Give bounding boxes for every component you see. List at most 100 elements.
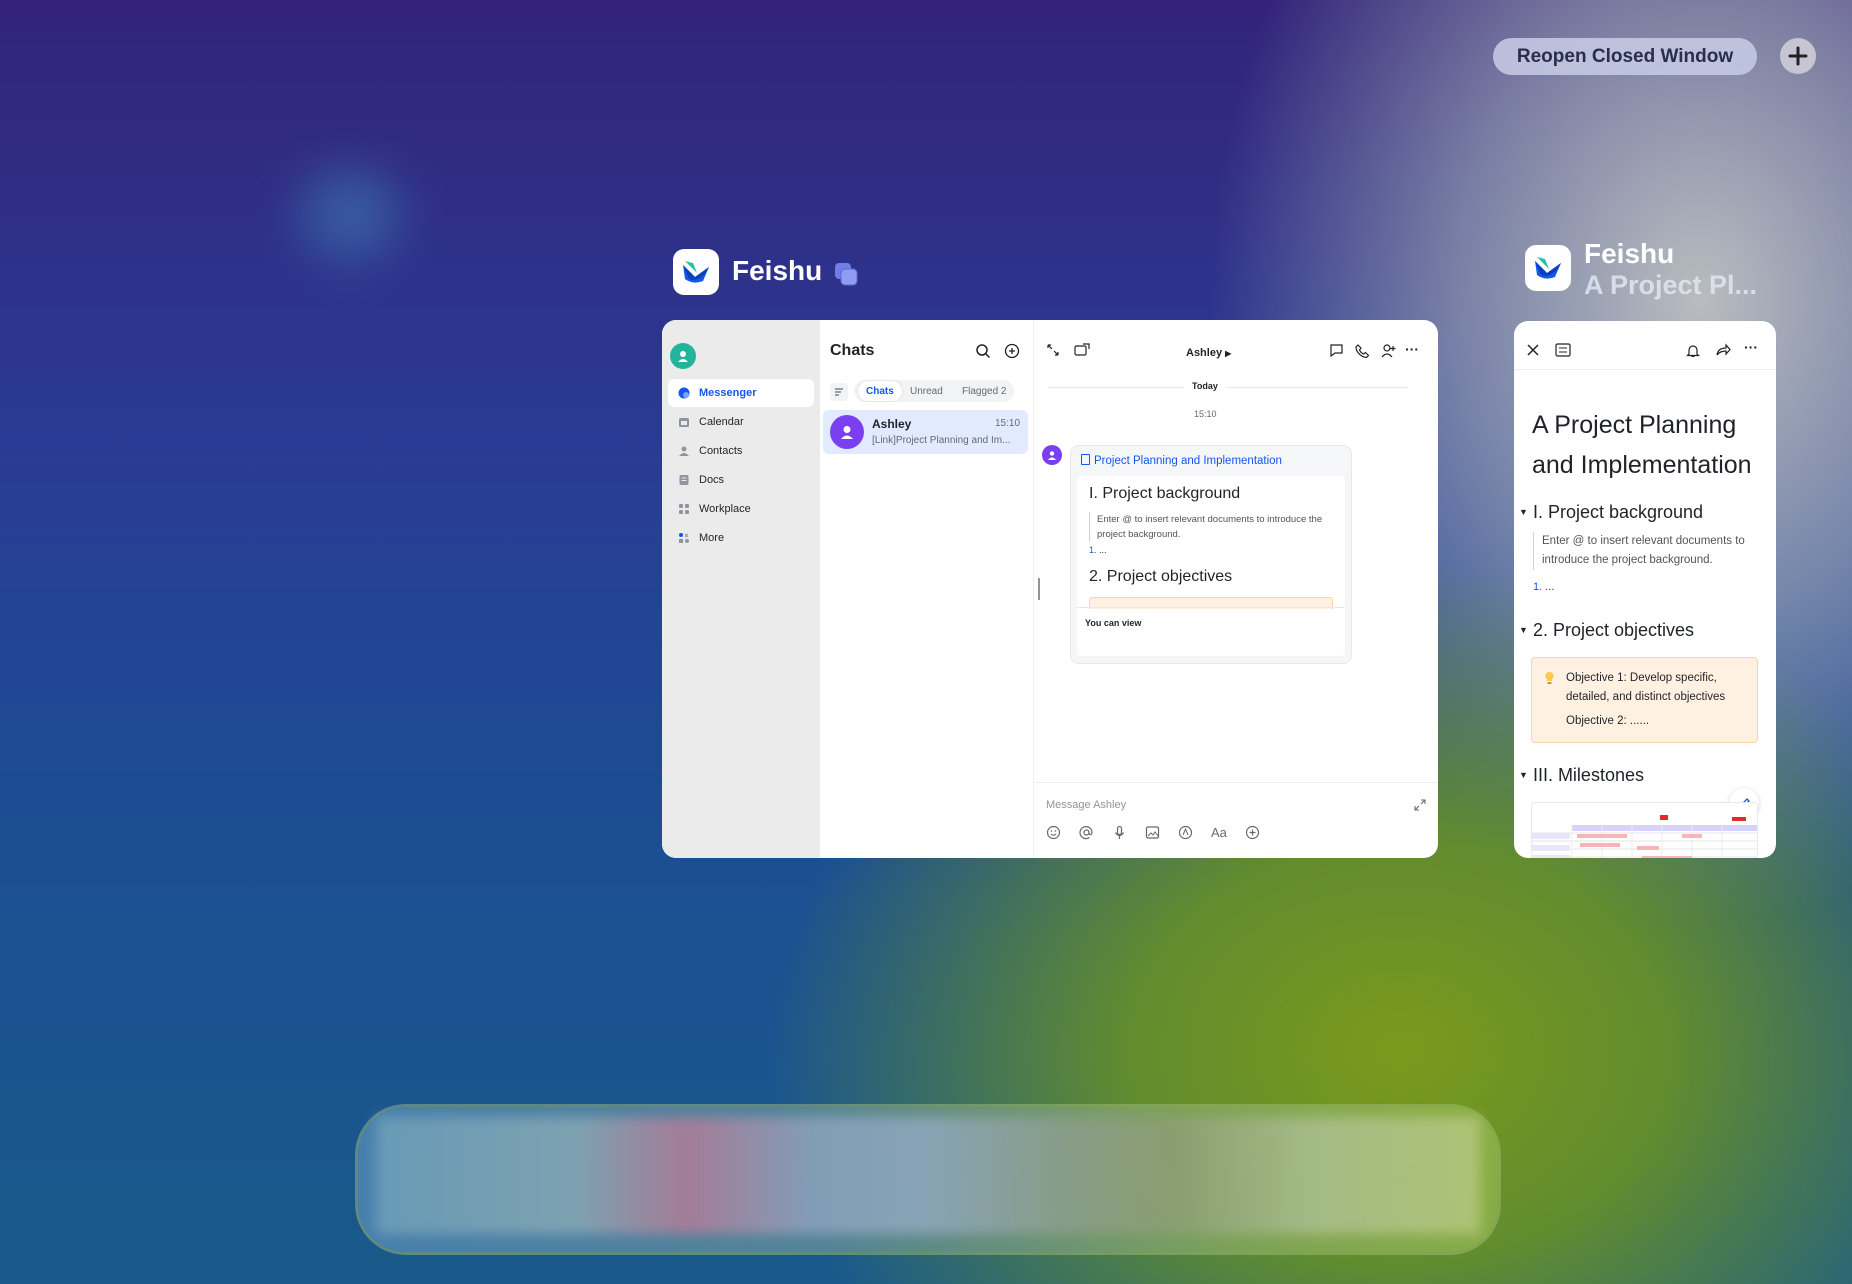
doc-heading-3[interactable]: ▼ III. Milestones <box>1519 765 1644 786</box>
tab-unread[interactable]: Unread <box>902 381 951 401</box>
preview-heading-1: I. Project background <box>1089 485 1241 502</box>
calendar-icon <box>678 416 690 428</box>
sender-avatar[interactable] <box>1042 445 1062 465</box>
sidebar-item-label: Calendar <box>699 416 744 428</box>
doc-link-title[interactable]: Project Planning and Implementation <box>1081 454 1282 467</box>
doc-list-item: 1. ... <box>1533 581 1554 593</box>
sticker-icon[interactable] <box>1178 825 1193 840</box>
add-member-icon[interactable] <box>1381 343 1396 358</box>
workplace-icon <box>678 503 690 515</box>
collapse-caret-icon[interactable]: ▼ <box>1519 770 1528 780</box>
chat-search-icon[interactable] <box>1329 343 1344 358</box>
heading-text: I. Project background <box>1532 502 1704 522</box>
share-icon[interactable] <box>1716 343 1731 362</box>
tab-flagged[interactable]: Flagged 2 <box>954 381 1014 401</box>
doc-heading-1[interactable]: ▼ I. Project background <box>1519 502 1703 523</box>
multiple-windows-icon[interactable] <box>833 261 859 292</box>
sidebar-item-messenger[interactable]: Messenger <box>668 379 814 407</box>
doc-title-line: A Project Planning <box>1532 411 1737 439</box>
window-app-title: Feishu <box>1584 238 1675 269</box>
filter-icon[interactable] <box>830 383 848 401</box>
sidebar-item-more[interactable]: More <box>668 524 814 552</box>
sidebar-item-calendar[interactable]: Calendar <box>668 408 814 436</box>
feishu-doc-window[interactable]: ··· A Project Planning and Implementatio… <box>1514 321 1776 858</box>
more-icon[interactable]: ··· <box>1744 339 1758 355</box>
doc-heading-2[interactable]: ▼ 2. Project objectives <box>1519 620 1694 641</box>
feishu-messenger-window[interactable]: Messenger Calendar Contacts Docs Workpla… <box>662 320 1438 858</box>
plus-icon <box>1788 46 1808 66</box>
close-icon[interactable] <box>1526 343 1540 362</box>
add-chat-icon[interactable] <box>1004 343 1020 359</box>
list-text: ... <box>1099 545 1107 555</box>
sidebar: Messenger Calendar Contacts Docs Workpla… <box>662 320 820 858</box>
more-apps-icon <box>678 532 690 544</box>
notification-bell-icon[interactable] <box>1686 343 1700 363</box>
conversation-title-text: Ashley <box>1186 347 1223 359</box>
milestones-table-image <box>1531 802 1758 858</box>
doc-title: A Project Planning and Implementation <box>1532 405 1752 485</box>
callout-line: detailed, and distinct objectives <box>1566 691 1726 703</box>
lightbulb-icon <box>1544 671 1555 688</box>
chat-time: 15:10 <box>995 418 1021 429</box>
dock <box>358 1107 1498 1252</box>
collapse-caret-icon[interactable]: ▼ <box>1519 507 1528 517</box>
heading-text: 2. Project objectives <box>1532 620 1695 640</box>
input-divider <box>1034 782 1438 783</box>
heading-text: III. Milestones <box>1532 765 1644 785</box>
outline-icon[interactable] <box>1555 343 1571 362</box>
date-divider-line <box>1048 387 1408 388</box>
window-subtitle: A Project Pl... <box>1584 270 1758 300</box>
list-text: ... <box>1545 581 1555 593</box>
doc-title-line: and Implementation <box>1532 451 1752 479</box>
avatar <box>830 415 864 449</box>
doc-callout: Objective 1: Develop specific, detailed,… <box>1531 657 1758 743</box>
expand-editor-icon[interactable] <box>1414 798 1426 816</box>
doc-quote: Enter @ to insert relevant documents to … <box>1533 532 1745 570</box>
search-icon[interactable] <box>975 343 991 359</box>
chat-preview: [Link]Project Planning and Im... <box>872 435 1011 446</box>
user-avatar[interactable] <box>670 343 696 369</box>
chat-list-item[interactable]: Ashley 15:10 [Link]Project Planning and … <box>823 410 1028 454</box>
card-divider <box>1077 607 1345 608</box>
message-input-placeholder: Message Ashley <box>1046 799 1127 811</box>
resize-handle[interactable] <box>1038 578 1040 600</box>
expand-icon[interactable] <box>1046 343 1060 357</box>
feishu-app-icon <box>673 249 719 295</box>
dock-blurred-apps <box>376 1117 1480 1234</box>
add-attachment-icon[interactable] <box>1245 825 1260 840</box>
preview-list-item: 1. ... <box>1089 545 1107 555</box>
image-icon[interactable] <box>1145 825 1160 840</box>
doc-preview: I. Project background Enter @ to insert … <box>1077 476 1345 656</box>
collapse-caret-icon[interactable]: ▼ <box>1519 625 1528 635</box>
chats-title: Chats <box>830 342 875 359</box>
input-toolbar: Aa <box>1046 822 1306 842</box>
callout-line: Objective 1: Develop specific, <box>1566 672 1717 684</box>
docs-icon <box>678 474 690 486</box>
emoji-icon[interactable] <box>1046 825 1061 840</box>
feishu-app-icon <box>1525 245 1571 291</box>
new-window-icon[interactable] <box>1074 343 1090 357</box>
list-number: 1. <box>1533 581 1543 593</box>
window-app-title: Feishu <box>732 255 823 286</box>
doc-link-title-text: Project Planning and Implementation <box>1094 455 1282 467</box>
call-icon[interactable] <box>1355 343 1370 358</box>
header-divider <box>1514 369 1776 370</box>
background-blur <box>300 170 400 260</box>
date-divider: Today <box>1184 381 1226 391</box>
more-icon[interactable]: ··· <box>1405 341 1419 357</box>
message-input[interactable]: Message Ashley <box>1042 790 1432 820</box>
sidebar-item-docs[interactable]: Docs <box>668 466 814 494</box>
tab-chats[interactable]: Chats <box>858 381 902 401</box>
mention-icon[interactable] <box>1079 825 1094 840</box>
doc-link-card[interactable]: Project Planning and Implementation I. P… <box>1071 446 1351 663</box>
caret-right-icon: ▶ <box>1225 349 1232 358</box>
sidebar-item-label: Messenger <box>699 387 757 399</box>
format-text-icon[interactable]: Aa <box>1211 825 1227 840</box>
microphone-icon[interactable] <box>1112 825 1127 840</box>
conversation-title[interactable]: Ashley ▶ <box>1186 347 1231 359</box>
sidebar-item-contacts[interactable]: Contacts <box>668 437 814 465</box>
permission-note: You can view <box>1085 618 1142 628</box>
sidebar-item-workplace[interactable]: Workplace <box>668 495 814 523</box>
reopen-closed-window-button[interactable]: Reopen Closed Window <box>1493 38 1757 75</box>
new-window-button[interactable] <box>1780 38 1816 74</box>
